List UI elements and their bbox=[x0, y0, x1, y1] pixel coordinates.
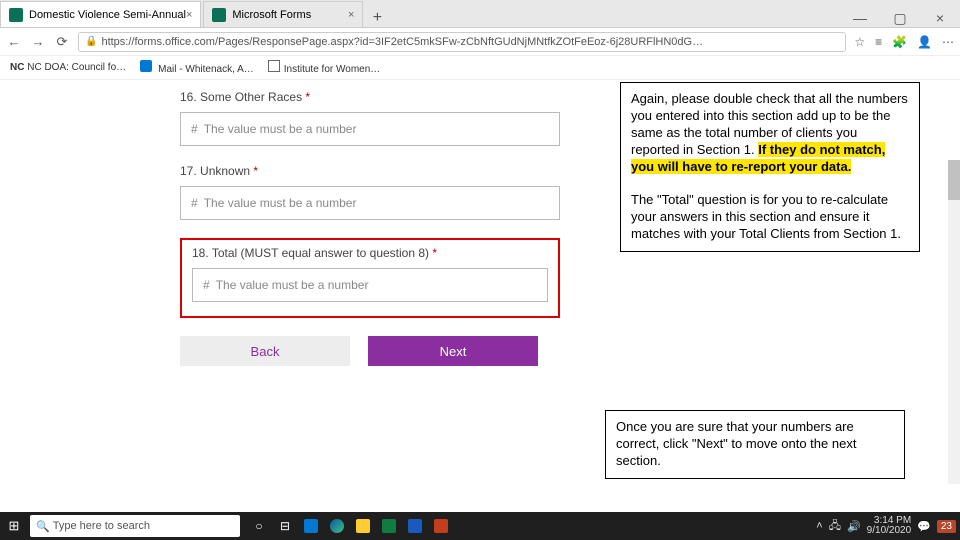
address-bar: ← → ⟳ 🔒 https://forms.office.com/Pages/R… bbox=[0, 28, 960, 56]
extensions-icon[interactable]: 🧩 bbox=[892, 35, 907, 49]
back-icon[interactable]: ← bbox=[6, 34, 22, 49]
word-icon[interactable] bbox=[403, 515, 427, 537]
more-icon[interactable]: ⋯ bbox=[942, 35, 954, 49]
browser-tab-active[interactable]: Domestic Violence Semi-Annual × bbox=[0, 1, 201, 27]
question-17: 17. Unknown * # The value must be a numb… bbox=[180, 164, 560, 220]
taskbar-search[interactable]: 🔍 Type here to search bbox=[30, 515, 240, 537]
page-icon bbox=[268, 60, 280, 72]
bookmark-item[interactable]: Mail - Whitenack, A… bbox=[140, 60, 254, 75]
windows-taskbar: ⊞ 🔍 Type here to search ○ ⊟ ˄ 🖧 🔊 3:14 P… bbox=[0, 512, 960, 540]
hash-icon: # bbox=[191, 196, 198, 210]
powerpoint-icon[interactable] bbox=[429, 515, 453, 537]
question-label: 18. Total (MUST equal answer to question… bbox=[192, 246, 548, 260]
tray-chevron-icon[interactable]: ˄ bbox=[816, 520, 822, 532]
browser-tabstrip: Domestic Violence Semi-Annual × Microsof… bbox=[0, 0, 960, 28]
required-mark: * bbox=[253, 164, 258, 178]
window-controls: — ▢ × bbox=[840, 10, 960, 27]
outlook-icon bbox=[140, 60, 152, 72]
bookmark-item[interactable]: NC NC DOA: Council fo… bbox=[10, 62, 126, 73]
edge-icon[interactable] bbox=[325, 515, 349, 537]
url-input[interactable]: 🔒 https://forms.office.com/Pages/Respons… bbox=[78, 32, 846, 52]
scrollbar-thumb[interactable] bbox=[948, 160, 960, 200]
number-input[interactable]: # The value must be a number bbox=[192, 268, 548, 302]
scrollbar-track[interactable] bbox=[948, 160, 960, 484]
tab-title: Microsoft Forms bbox=[232, 9, 311, 21]
slide-number-badge: 23 bbox=[937, 520, 956, 533]
search-icon: 🔍 bbox=[36, 520, 50, 533]
next-button[interactable]: Next bbox=[368, 336, 538, 366]
forms-icon bbox=[9, 8, 23, 22]
bookmarks-bar: NC NC DOA: Council fo… Mail - Whitenack,… bbox=[0, 56, 960, 80]
close-icon[interactable]: × bbox=[186, 9, 192, 21]
page-content: 16. Some Other Races * # The value must … bbox=[0, 80, 960, 512]
notifications-icon[interactable]: 💬 bbox=[917, 520, 931, 533]
question-18: 18. Total (MUST equal answer to question… bbox=[192, 246, 548, 302]
task-view-icon[interactable]: ⊟ bbox=[273, 515, 297, 537]
tab-title: Domestic Violence Semi-Annual bbox=[29, 9, 186, 21]
url-text: https://forms.office.com/Pages/ResponseP… bbox=[101, 36, 703, 48]
maximize-button[interactable]: ▢ bbox=[880, 10, 920, 27]
bookmark-item[interactable]: Institute for Women… bbox=[268, 60, 381, 75]
number-input[interactable]: # The value must be a number bbox=[180, 186, 560, 220]
new-tab-button[interactable]: + bbox=[365, 9, 389, 27]
required-mark: * bbox=[432, 246, 437, 260]
browser-tab[interactable]: Microsoft Forms × bbox=[203, 1, 363, 27]
hash-icon: # bbox=[203, 278, 210, 292]
number-input[interactable]: # The value must be a number bbox=[180, 112, 560, 146]
taskbar-clock[interactable]: 3:14 PM 9/10/2020 bbox=[867, 516, 912, 537]
lock-icon: 🔒 bbox=[85, 36, 97, 47]
question-label: 17. Unknown * bbox=[180, 164, 560, 178]
refresh-icon[interactable]: ⟳ bbox=[54, 34, 70, 50]
form-column: 16. Some Other Races * # The value must … bbox=[180, 90, 560, 366]
close-icon[interactable]: × bbox=[348, 9, 354, 21]
volume-icon[interactable]: 🔊 bbox=[847, 520, 861, 533]
question-label: 16. Some Other Races * bbox=[180, 90, 560, 104]
instruction-callout-top: Again, please double check that all the … bbox=[620, 82, 920, 252]
cortana-icon[interactable]: ○ bbox=[247, 515, 271, 537]
forms-icon bbox=[212, 8, 226, 22]
minimize-button[interactable]: — bbox=[840, 10, 880, 27]
outlook-icon[interactable] bbox=[299, 515, 323, 537]
highlighted-question-box: 18. Total (MUST equal answer to question… bbox=[180, 238, 560, 318]
start-button[interactable]: ⊞ bbox=[4, 518, 24, 534]
close-window-button[interactable]: × bbox=[920, 10, 960, 27]
back-button[interactable]: Back bbox=[180, 336, 350, 366]
placeholder-text: The value must be a number bbox=[204, 122, 357, 136]
required-mark: * bbox=[305, 90, 310, 104]
placeholder-text: The value must be a number bbox=[216, 278, 369, 292]
profile-icon[interactable]: 👤 bbox=[917, 35, 932, 49]
question-16: 16. Some Other Races * # The value must … bbox=[180, 90, 560, 146]
favorites-list-icon[interactable]: ≡ bbox=[875, 35, 882, 49]
form-nav-buttons: Back Next bbox=[180, 336, 560, 366]
forward-icon[interactable]: → bbox=[30, 34, 46, 49]
hash-icon: # bbox=[191, 122, 198, 136]
network-icon[interactable]: 🖧 bbox=[829, 517, 841, 536]
explorer-icon[interactable] bbox=[351, 515, 375, 537]
placeholder-text: The value must be a number bbox=[204, 196, 357, 210]
excel-icon[interactable] bbox=[377, 515, 401, 537]
favorite-icon[interactable]: ☆ bbox=[854, 35, 865, 49]
search-placeholder: Type here to search bbox=[53, 520, 150, 532]
instruction-callout-bottom: Once you are sure that your numbers are … bbox=[605, 410, 905, 479]
